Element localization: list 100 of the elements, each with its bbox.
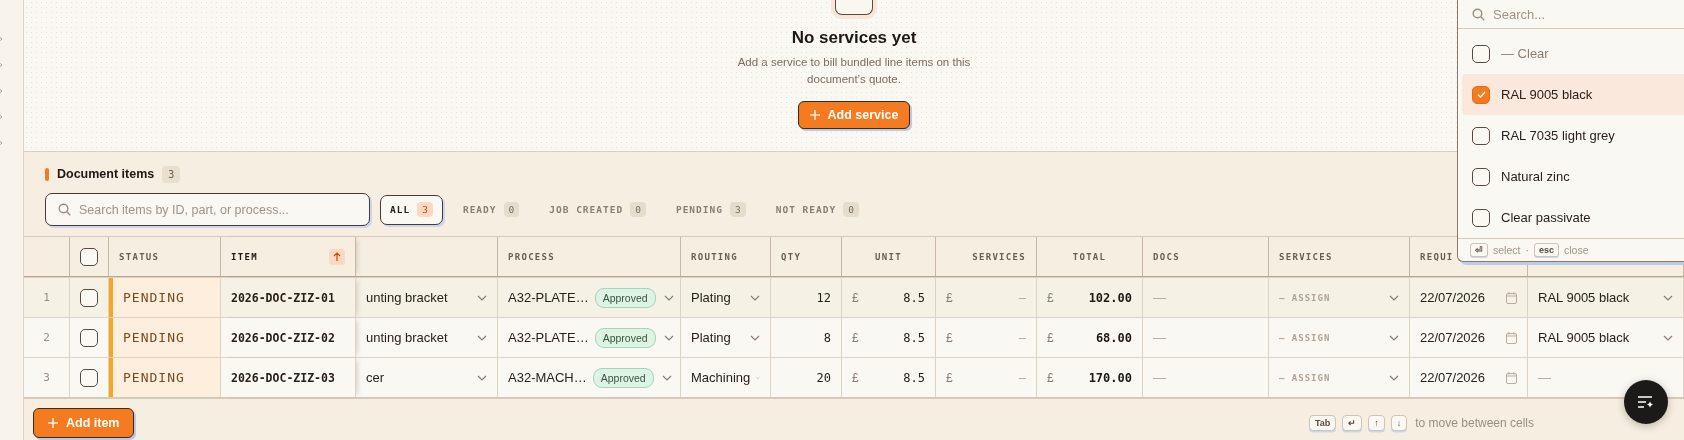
chevron-down-icon — [1389, 334, 1399, 341]
finish-value: — — [1538, 370, 1551, 385]
chevron-down-icon — [1389, 374, 1399, 381]
checkbox[interactable] — [80, 288, 98, 307]
key-cap: Tab — [1308, 415, 1337, 431]
approved-badge: Approved — [594, 327, 656, 348]
item-id: 2026-DOC-ZIZ-03 — [231, 370, 335, 385]
column-header[interactable]: ROUTING — [691, 251, 739, 262]
chevron-down-icon — [663, 294, 674, 301]
checkbox[interactable] — [1472, 167, 1490, 186]
checkbox[interactable] — [80, 247, 98, 266]
checkbox[interactable] — [80, 328, 98, 347]
separator-dot: · — [1525, 244, 1529, 256]
key-cap: ↵ — [1342, 415, 1363, 431]
column-header[interactable]: STATUS — [119, 251, 160, 262]
quantity-value: 20 — [816, 370, 831, 385]
currency-symbol: £ — [852, 330, 859, 345]
routing-value: Machining — [691, 370, 751, 385]
required-date: 22/07/2026 — [1420, 330, 1486, 345]
unit-price: 8.5 — [903, 330, 925, 345]
chevron-down-icon — [477, 334, 487, 341]
item-id: 2026-DOC-ZIZ-02 — [231, 330, 335, 345]
count-badge: 3 — [162, 165, 181, 183]
sort-arrow-icon — [333, 251, 341, 262]
chevron-down-icon — [1389, 294, 1399, 301]
item-id: 2026-DOC-ZIZ-01 — [231, 290, 335, 305]
currency-symbol: £ — [852, 370, 859, 385]
part-name: unting bracket — [366, 330, 448, 345]
finish-value: RAL 9005 black — [1538, 290, 1630, 305]
chevron-down-icon — [750, 334, 760, 341]
calendar-icon — [1506, 291, 1517, 304]
total-price: 68.00 — [1095, 330, 1132, 345]
keyboard-hint: to move between cells — [1415, 416, 1534, 430]
dropdown-option[interactable]: Clear passivate — [1462, 197, 1684, 238]
filter-tab[interactable]: PENDING 3 — [665, 194, 756, 225]
filter-tab[interactable]: READY 0 — [452, 194, 530, 225]
chevron-down-icon — [477, 374, 487, 381]
key-cap: ↑ — [1368, 415, 1385, 431]
finish-value: RAL 9005 black — [1538, 330, 1630, 345]
status-label: PENDING — [123, 330, 185, 345]
filter-tab[interactable]: ALL 3 — [380, 194, 443, 225]
column-header[interactable]: TOTAL — [1072, 251, 1107, 262]
chevron-down-icon — [750, 294, 760, 301]
chevron-down-icon — [1663, 334, 1673, 341]
currency-symbol: £ — [852, 290, 859, 305]
column-header[interactable]: SERVICES — [1279, 251, 1333, 262]
column-header[interactable]: SERVICES — [972, 251, 1026, 262]
plus-icon — [48, 418, 58, 428]
routing-value: Plating — [691, 290, 731, 305]
total-price: 170.00 — [1088, 370, 1132, 385]
checkbox[interactable] — [1472, 208, 1490, 227]
filter-tab[interactable]: JOB CREATED 0 — [539, 194, 656, 225]
status-label: PENDING — [123, 370, 185, 385]
column-header[interactable]: PROCESS — [508, 251, 556, 262]
column-header[interactable]: REQUI — [1420, 251, 1454, 262]
docs-value: — — [1153, 290, 1166, 305]
calendar-icon — [1506, 371, 1517, 384]
search-icon — [58, 203, 71, 216]
required-date: 22/07/2026 — [1420, 370, 1486, 385]
chevron-down-icon — [477, 294, 487, 301]
column-header[interactable]: DOCS — [1153, 251, 1180, 262]
services-price: — — [1018, 370, 1026, 385]
sort-button[interactable] — [329, 248, 345, 265]
services-price: — — [1018, 290, 1026, 305]
currency-symbol: £ — [1047, 330, 1054, 345]
checkbox[interactable] — [80, 368, 98, 387]
total-price: 102.00 — [1088, 290, 1132, 305]
row-number: 2 — [43, 331, 50, 344]
unit-price: 8.5 — [903, 370, 925, 385]
dropdown-option[interactable]: — Clear — [1462, 33, 1684, 74]
currency-symbol: £ — [946, 290, 953, 305]
unit-price: 8.5 — [903, 290, 925, 305]
chevron-down-icon — [663, 334, 674, 341]
filter-tab[interactable]: NOT READY 0 — [765, 194, 869, 225]
part-name: cer — [366, 370, 385, 385]
column-header[interactable]: ITEM — [231, 251, 258, 262]
checkbox[interactable] — [1472, 85, 1490, 104]
search-icon — [1472, 8, 1485, 21]
docs-value: — — [1153, 330, 1166, 345]
key-hint: close — [1563, 244, 1589, 256]
column-header[interactable]: QTY — [781, 251, 802, 262]
section-title: Document items — [57, 167, 155, 181]
column-header[interactable]: UNIT — [875, 251, 902, 262]
checkbox[interactable] — [1472, 44, 1490, 63]
row-number: 3 — [43, 371, 50, 384]
key-cap: ⏎ — [1470, 243, 1488, 257]
approved-badge: Approved — [594, 287, 656, 308]
key-cap: ↓ — [1390, 415, 1408, 431]
dropdown-search-field[interactable]: Search... — [1458, 0, 1678, 28]
calendar-icon — [1506, 331, 1517, 344]
currency-symbol: £ — [1047, 370, 1054, 385]
process-code: A32-PLATE… — [508, 330, 589, 345]
checkbox[interactable] — [1472, 126, 1490, 145]
dropdown-option[interactable]: Natural zinc — [1462, 156, 1684, 197]
currency-symbol: £ — [946, 330, 953, 345]
search-field[interactable]: Search items by ID, part, or process... — [45, 193, 370, 226]
quantity-value: 8 — [823, 330, 831, 345]
dropdown-option[interactable]: RAL 9005 black — [1462, 74, 1684, 115]
key-hint: select — [1493, 244, 1521, 256]
dropdown-option[interactable]: RAL 7035 light grey — [1462, 115, 1684, 156]
